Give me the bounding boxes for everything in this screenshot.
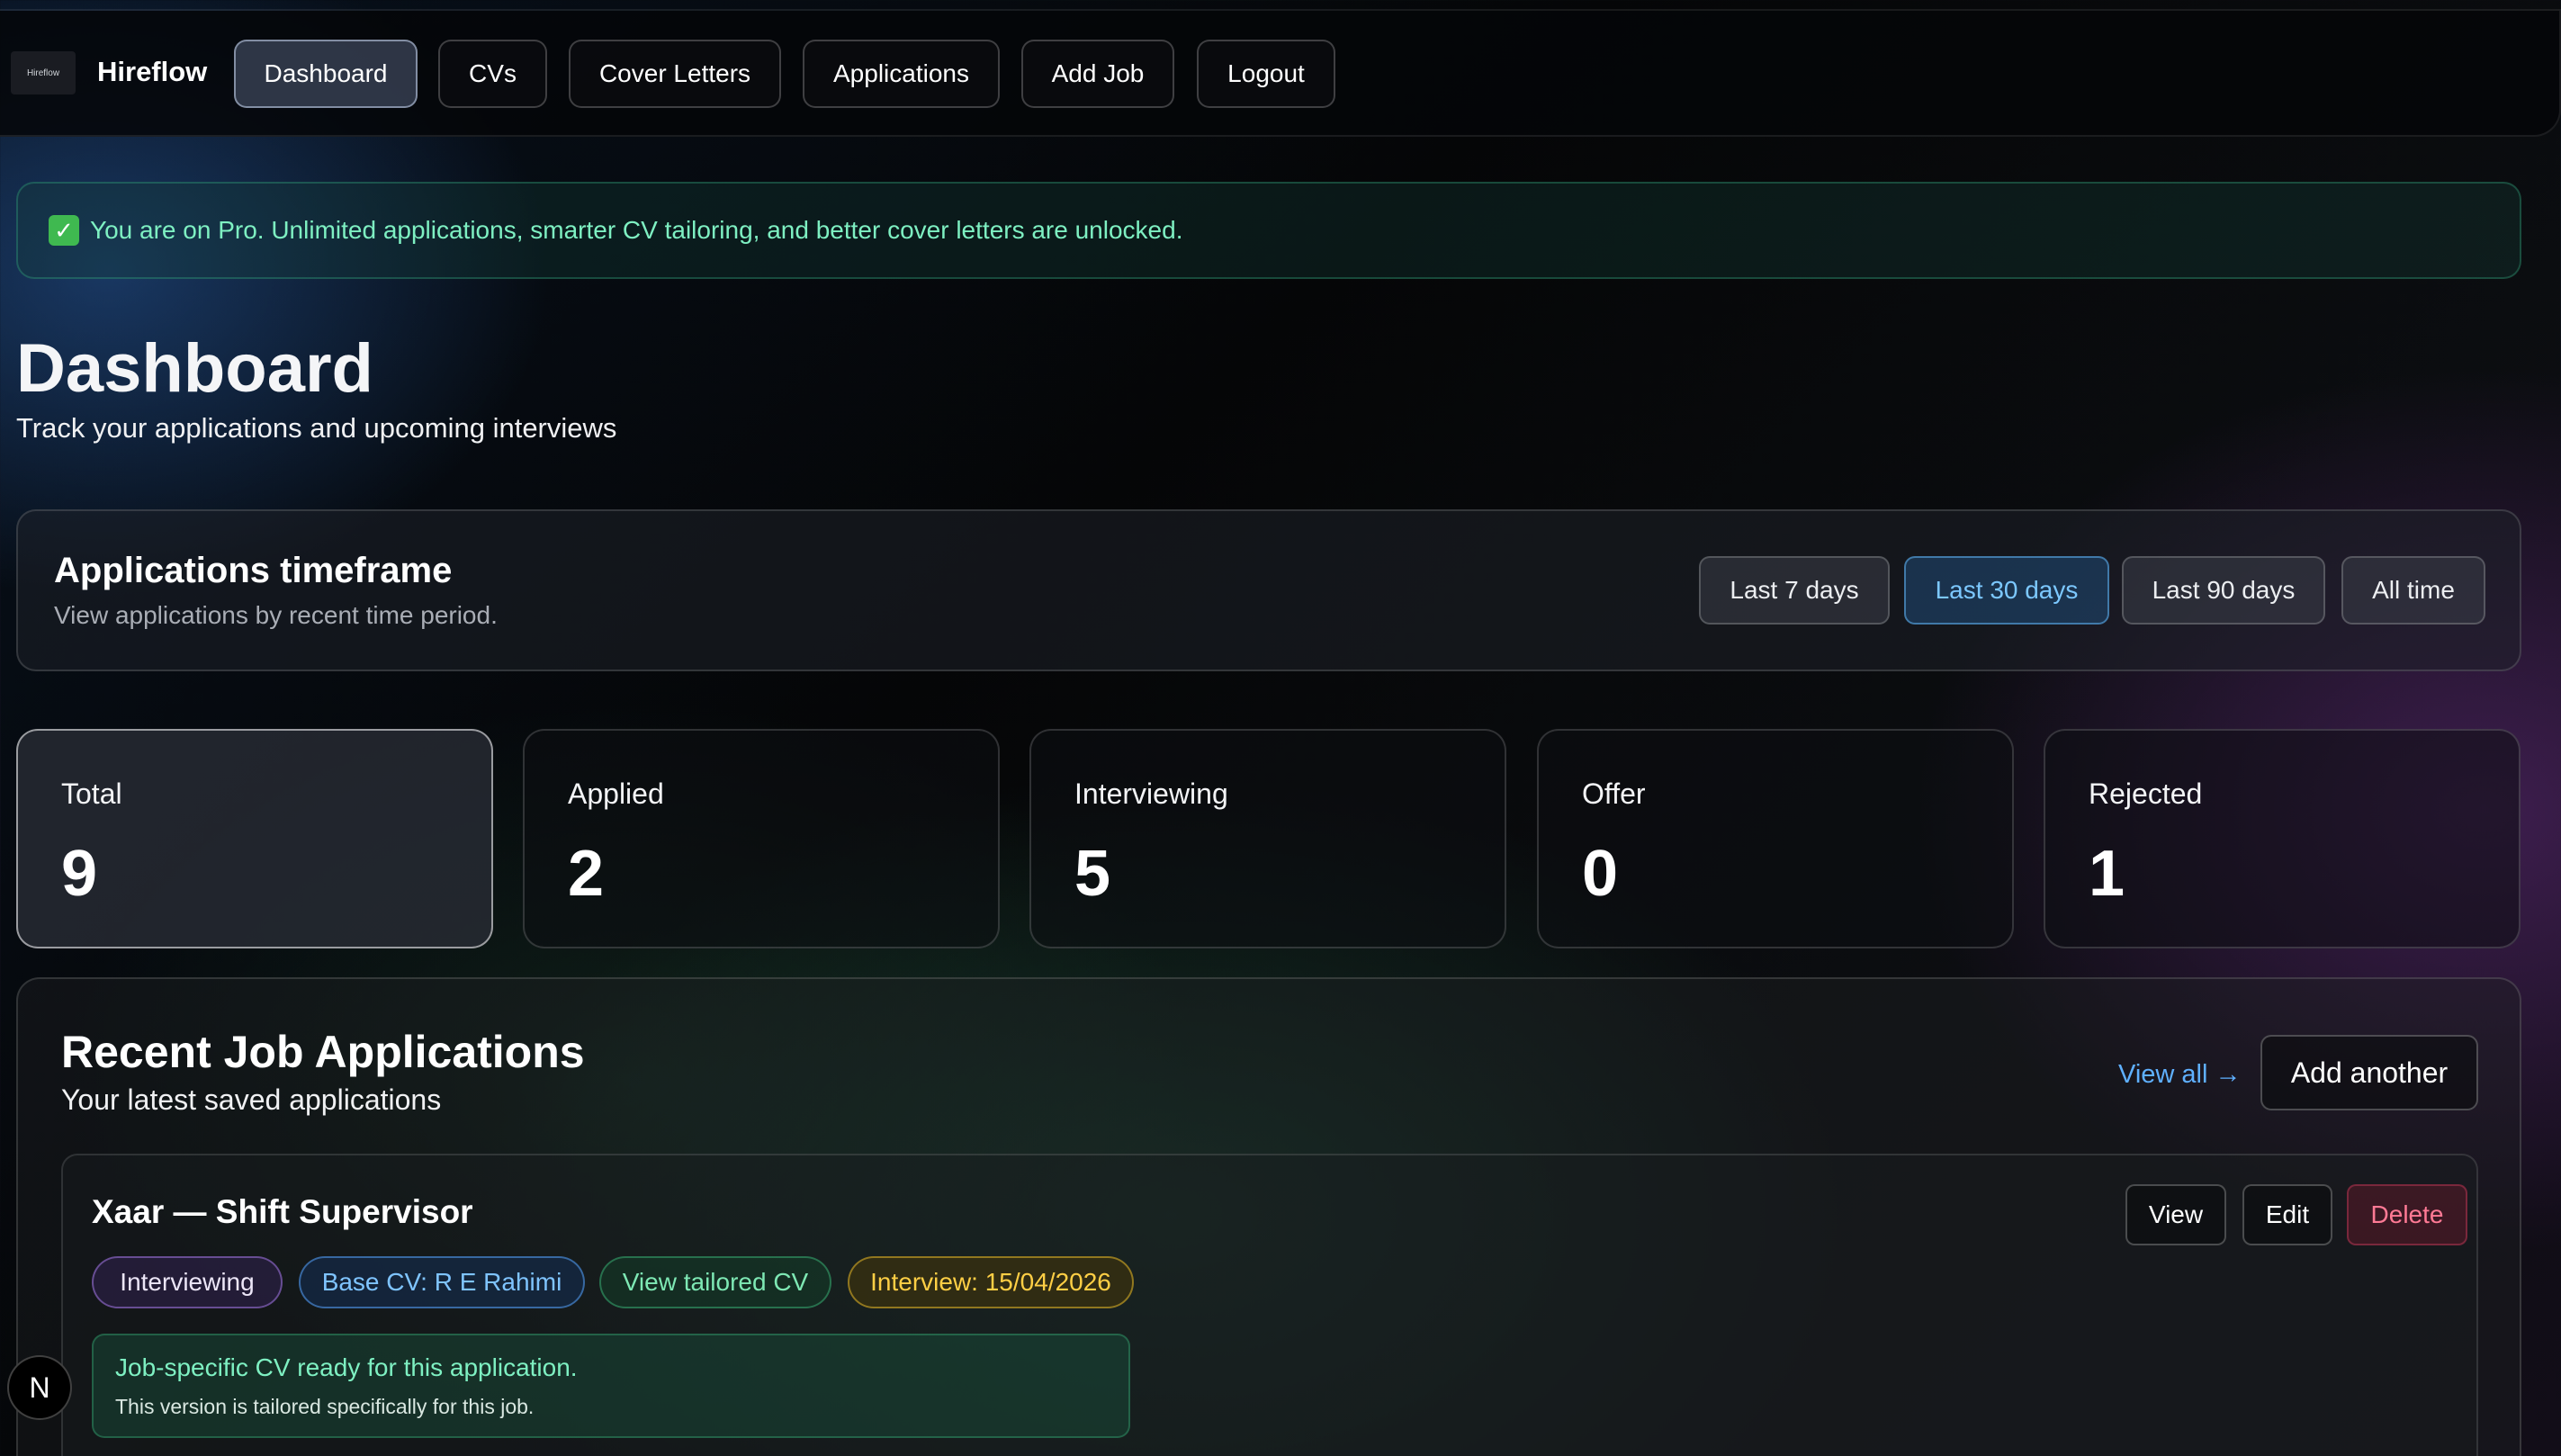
stat-value: 1 — [2089, 838, 2125, 910]
interview-date-badge: Interview: 15/04/2026 — [848, 1256, 1134, 1308]
page-subtitle: Track your applications and upcoming int… — [16, 412, 617, 444]
delete-job-button[interactable]: Delete — [2347, 1184, 2467, 1245]
nav-logout-button[interactable]: Logout — [1197, 40, 1335, 108]
nav-applications-button[interactable]: Applications — [803, 40, 1000, 108]
recent-applications-title: Recent Job Applications — [61, 1027, 585, 1077]
job-title: Xaar — Shift Supervisor — [92, 1193, 473, 1230]
timeframe-90-days-button[interactable]: Last 90 days — [2122, 556, 2325, 625]
add-another-button[interactable]: Add another — [2260, 1035, 2478, 1110]
pro-plan-banner: ✓ You are on Pro. Unlimited applications… — [16, 182, 2521, 279]
nav-dashboard-button[interactable]: Dashboard — [234, 40, 418, 108]
timeframe-title: Applications timeframe — [54, 551, 453, 590]
timeframe-7-days-button[interactable]: Last 7 days — [1699, 556, 1890, 625]
stat-label: Interviewing — [1074, 777, 1228, 810]
cv-ready-subtitle: This version is tailored specifically fo… — [115, 1395, 535, 1418]
stat-label: Total — [61, 777, 122, 810]
brand-name[interactable]: Hireflow — [97, 56, 207, 88]
cv-ready-notice: Job-specific CV ready for this applicati… — [92, 1334, 1130, 1438]
page-title: Dashboard — [16, 330, 373, 407]
timeframe-all-time-button[interactable]: All time — [2341, 556, 2485, 625]
dev-tools-n-icon[interactable]: N — [7, 1355, 72, 1420]
stat-value: 9 — [61, 838, 98, 910]
recent-applications-subtitle: Your latest saved applications — [61, 1083, 442, 1116]
recent-applications-panel: Recent Job Applications Your latest save… — [16, 977, 2521, 1456]
pro-banner-text: You are on Pro. Unlimited applications, … — [90, 216, 1183, 244]
stat-card-offer[interactable]: Offer 0 — [1537, 729, 2014, 948]
base-cv-badge[interactable]: Base CV: R E Rahimi — [299, 1256, 585, 1308]
timeframe-subtitle: View applications by recent time period. — [54, 601, 498, 629]
stat-label: Rejected — [2089, 777, 2203, 810]
top-navbar: Hireflow Hireflow Dashboard CVs Cover Le… — [0, 11, 2561, 137]
status-badge: Interviewing — [92, 1256, 283, 1308]
timeframe-panel: Applications timeframe View applications… — [16, 509, 2521, 671]
timeframe-30-days-button[interactable]: Last 30 days — [1904, 556, 2109, 625]
nav-cvs-button[interactable]: CVs — [438, 40, 547, 108]
stat-card-total[interactable]: Total 9 — [16, 729, 493, 948]
cv-ready-title: Job-specific CV ready for this applicati… — [115, 1353, 578, 1381]
view-all-link[interactable]: View all → — [2118, 1060, 2241, 1090]
stat-value: 2 — [568, 838, 605, 910]
stat-value: 0 — [1582, 838, 1619, 910]
stat-card-interviewing[interactable]: Interviewing 5 — [1029, 729, 1506, 948]
nav-add-job-button[interactable]: Add Job — [1021, 40, 1174, 108]
stat-card-applied[interactable]: Applied 2 — [523, 729, 1000, 948]
stat-label: Applied — [568, 777, 664, 810]
view-job-button[interactable]: View — [2125, 1184, 2226, 1245]
view-tailored-cv-link[interactable]: View tailored CV — [599, 1256, 831, 1308]
top-edge — [0, 0, 2561, 11]
stat-label: Offer — [1582, 777, 1646, 810]
stat-value: 5 — [1074, 838, 1111, 910]
job-application-card: Xaar — Shift Supervisor View Edit Delete… — [61, 1154, 2478, 1456]
check-icon: ✓ — [49, 215, 79, 246]
nav-cover-letters-button[interactable]: Cover Letters — [569, 40, 781, 108]
hireflow-logo[interactable]: Hireflow — [11, 51, 76, 94]
edit-job-button[interactable]: Edit — [2242, 1184, 2332, 1245]
stat-card-rejected[interactable]: Rejected 1 — [2044, 729, 2521, 948]
